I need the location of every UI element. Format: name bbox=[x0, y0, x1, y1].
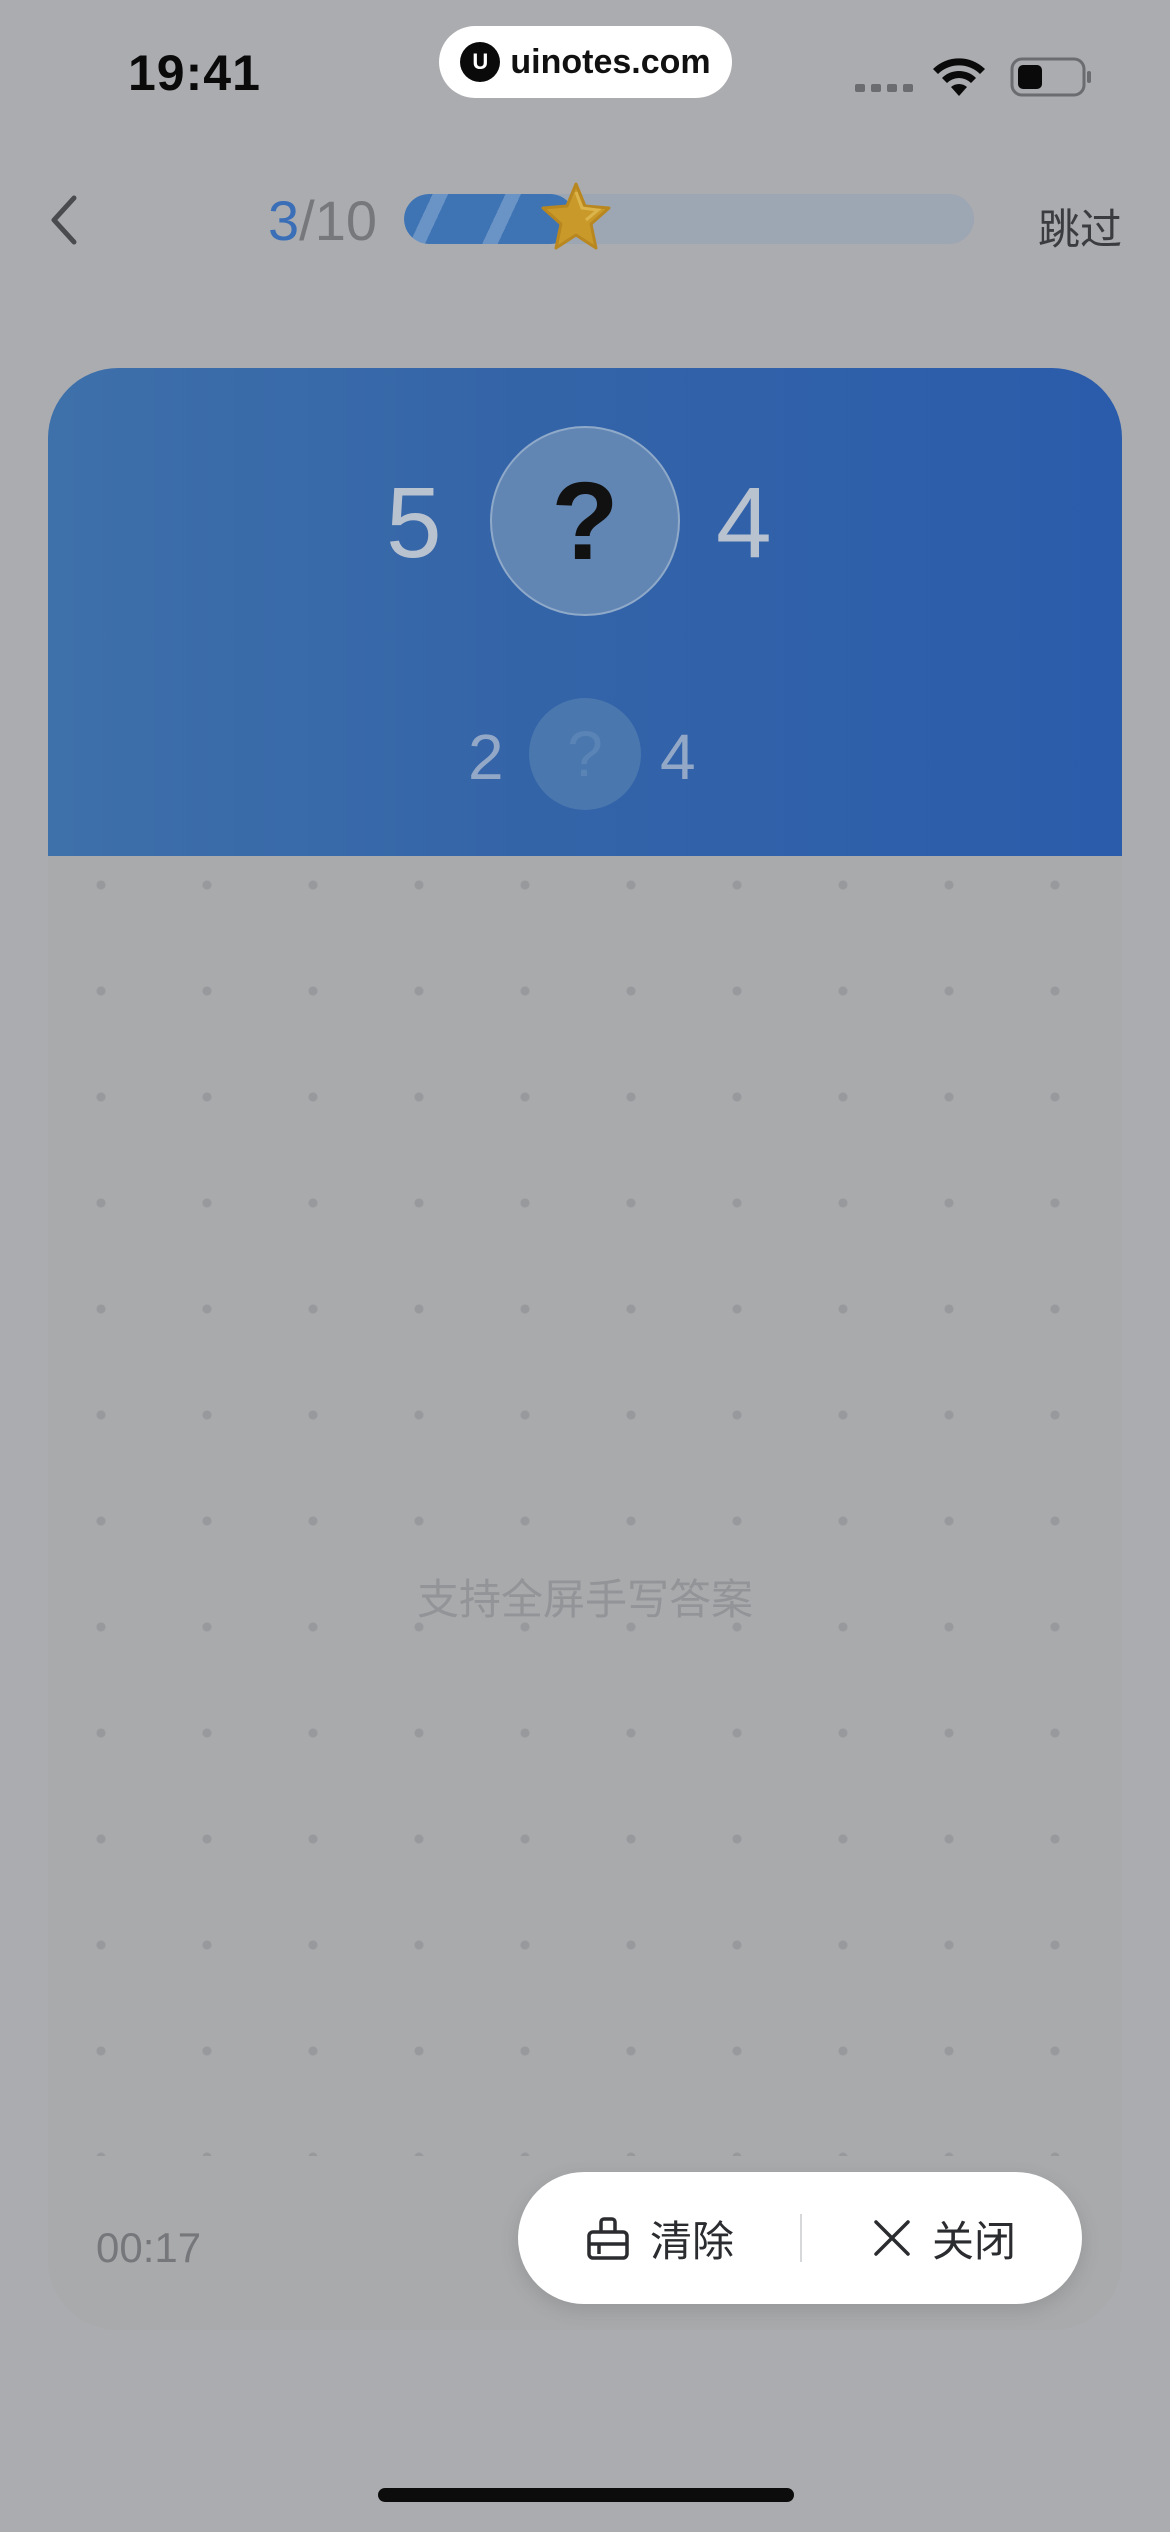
handwriting-canvas[interactable] bbox=[48, 856, 1122, 2156]
question-header: 5 ? 4 2 ? 4 bbox=[48, 368, 1122, 856]
current-right-number: 4 bbox=[716, 467, 772, 579]
next-right-number: 4 bbox=[660, 721, 696, 793]
handwriting-hint: 支持全屏手写答案 bbox=[416, 1576, 753, 1623]
star-icon bbox=[541, 182, 611, 250]
elapsed-timer: 00:17 bbox=[96, 2224, 202, 2271]
screen: 19:41 U uinotes.com 3/10 跳过 5 ? 4 2 ? 4 … bbox=[0, 0, 1170, 2532]
cellular-signal-icon bbox=[855, 84, 913, 92]
close-button[interactable]: 关闭 bbox=[870, 2172, 1016, 2304]
close-icon bbox=[874, 2220, 910, 2256]
url-badge: U uinotes.com bbox=[439, 26, 732, 98]
next-answer-slot: ? bbox=[529, 698, 641, 810]
clear-label: 清除 bbox=[650, 2217, 735, 2265]
battery-icon bbox=[1010, 57, 1091, 97]
wifi-icon bbox=[933, 58, 985, 96]
next-question: 2 ? 4 bbox=[48, 698, 1122, 810]
handwriting-toolbar: 清除 关闭 bbox=[518, 2172, 1082, 2304]
home-indicator bbox=[378, 2488, 794, 2502]
current-answer-slot: ? bbox=[490, 426, 680, 616]
current-question: 5 ? 4 bbox=[48, 426, 1122, 616]
progress-bar bbox=[404, 194, 974, 244]
clear-button[interactable]: 清除 bbox=[584, 2172, 734, 2304]
skip-button[interactable]: 跳过 bbox=[1038, 196, 1122, 257]
toolbar-divider bbox=[800, 2214, 802, 2262]
progress-total: /10 bbox=[299, 189, 378, 252]
next-left-number: 2 bbox=[468, 721, 504, 793]
site-logo-icon: U bbox=[460, 42, 501, 82]
close-label: 关闭 bbox=[932, 2217, 1017, 2265]
eraser-icon bbox=[587, 2217, 629, 2260]
progress-counter: 3/10 bbox=[268, 188, 377, 253]
current-left-number: 5 bbox=[386, 467, 442, 579]
progress-current: 3 bbox=[268, 189, 300, 252]
question-card: 5 ? 4 2 ? 4 支持全屏手写答案 00:17 bbox=[48, 368, 1122, 2330]
status-time: 19:41 bbox=[128, 45, 261, 101]
url-text: uinotes.com bbox=[510, 42, 711, 81]
back-arrow-icon[interactable] bbox=[44, 190, 88, 250]
